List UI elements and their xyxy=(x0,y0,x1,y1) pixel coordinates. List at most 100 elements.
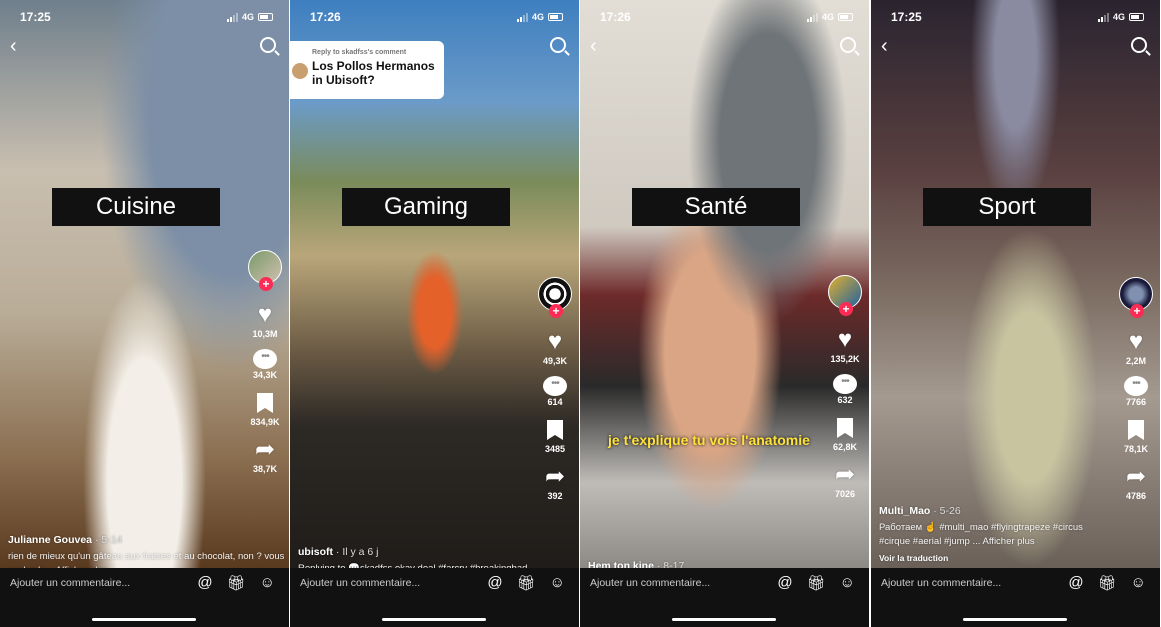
comment-bubble-icon: ••• xyxy=(253,349,277,369)
comment-bubble-icon: ••• xyxy=(1124,376,1148,396)
bookmark-icon xyxy=(837,418,853,438)
signal-icon xyxy=(1097,12,1109,22)
search-icon[interactable] xyxy=(260,37,276,53)
see-translation-link[interactable]: Voir la traduction xyxy=(879,553,1112,563)
heart-icon: ♥ xyxy=(257,301,273,328)
comment-input[interactable]: Ajouter un commentaire... xyxy=(881,577,1001,589)
creator-avatar[interactable]: + xyxy=(538,277,572,318)
author-name[interactable]: Multi_Mao xyxy=(879,505,930,517)
tiktok-screens-grid: 17:25 4G ‹ Cuisine + ♥ 10,3M ••• 34,3K 834… xyxy=(0,0,1161,627)
heart-icon: ♥ xyxy=(837,326,853,353)
share-count: 392 xyxy=(547,491,563,501)
network-label: 4G xyxy=(241,12,254,22)
comment-input[interactable]: Ajouter un commentaire... xyxy=(300,577,420,589)
reply-label: Reply to skadfss's comment xyxy=(312,49,407,56)
share-button[interactable]: ➦ 38,7K xyxy=(253,436,277,475)
share-button[interactable]: ➦ 392 xyxy=(544,463,566,502)
gift-icon[interactable]: 🎁︎ xyxy=(227,574,246,592)
network-label: 4G xyxy=(1112,12,1125,22)
save-count: 62,8K xyxy=(832,442,858,452)
signal-icon xyxy=(806,12,818,22)
signal-icon xyxy=(516,12,528,22)
back-chevron-icon[interactable]: ‹ xyxy=(881,36,888,56)
comment-count: 7766 xyxy=(1125,397,1147,407)
battery-icon xyxy=(838,13,853,21)
video-caption[interactable]: Работаем ☝ #multi_mao #flyingtrapeze #ci… xyxy=(879,521,1112,549)
gift-icon[interactable]: 🎁︎ xyxy=(517,574,536,592)
share-arrow-icon: ➦ xyxy=(1125,463,1147,490)
mention-icon[interactable]: @ xyxy=(1068,574,1083,592)
creator-avatar[interactable]: + xyxy=(1119,277,1153,318)
comment-input[interactable]: Ajouter un commentaire... xyxy=(590,577,710,589)
follow-plus-icon[interactable]: + xyxy=(549,304,563,318)
home-indicator xyxy=(963,618,1067,621)
tiktok-video-screen: 17:25 4G ‹ Sport + ♥ 2,2M ••• 7766 78,1K ➦… xyxy=(871,0,1160,627)
post-date: · 5-26 xyxy=(933,505,961,517)
video-subtitle: je t'explique tu vois l'anatomie xyxy=(608,432,810,448)
gift-icon[interactable]: 🎁︎ xyxy=(807,574,826,592)
action-rail: + ♥ 135,2K ••• 632 62,8K ➦ 7026 xyxy=(825,275,865,509)
share-button[interactable]: ➦ 4786 xyxy=(1125,463,1147,502)
search-icon[interactable] xyxy=(550,37,566,53)
category-label: Gaming xyxy=(342,188,510,226)
like-button[interactable]: ♥ 135,2K xyxy=(830,326,859,365)
clock: 17:26 xyxy=(310,10,341,24)
follow-plus-icon[interactable]: + xyxy=(1130,304,1144,318)
commenter-avatar xyxy=(292,63,308,79)
back-chevron-icon[interactable]: ‹ xyxy=(590,36,597,56)
follow-plus-icon[interactable]: + xyxy=(259,277,273,291)
reply-to-comment-card[interactable]: Reply to skadfss's comment Los Pollos He… xyxy=(290,41,444,99)
home-indicator xyxy=(92,618,196,621)
clock: 17:26 xyxy=(600,10,631,24)
reply-comment-text: Los Pollos Hermanos in Ubisoft? xyxy=(312,59,435,87)
bookmark-icon xyxy=(1128,420,1144,440)
search-icon[interactable] xyxy=(1131,37,1147,53)
battery-icon xyxy=(548,13,563,21)
creator-avatar[interactable]: + xyxy=(828,275,862,316)
comment-button[interactable]: ••• 614 xyxy=(543,376,567,407)
share-button[interactable]: ➦ 7026 xyxy=(834,462,855,500)
tiktok-video-screen: 17:26 4G ‹ Santé je t'explique tu vois l… xyxy=(580,0,869,627)
comment-button[interactable]: ••• 632 xyxy=(833,374,857,405)
tiktok-video-screen: 17:25 4G ‹ Cuisine + ♥ 10,3M ••• 34,3K 834… xyxy=(0,0,289,627)
search-icon[interactable] xyxy=(840,37,856,53)
save-button[interactable]: 3485 xyxy=(545,417,565,454)
share-arrow-icon: ➦ xyxy=(254,436,276,463)
heart-icon: ♥ xyxy=(1128,328,1144,355)
comment-button[interactable]: ••• 7766 xyxy=(1124,376,1148,407)
gift-icon[interactable]: 🎁︎ xyxy=(1098,574,1117,592)
status-bar: 17:25 4G xyxy=(891,10,1144,24)
clock: 17:25 xyxy=(891,10,922,24)
share-count: 7026 xyxy=(834,489,855,499)
mention-icon[interactable]: @ xyxy=(777,574,792,592)
mention-icon[interactable]: @ xyxy=(487,574,502,592)
save-button[interactable]: 62,8K xyxy=(833,415,857,452)
network-label: 4G xyxy=(821,12,834,22)
bookmark-icon xyxy=(257,393,273,413)
save-button[interactable]: 834,9K xyxy=(250,390,280,427)
author-name[interactable]: ubisoft xyxy=(298,546,333,558)
category-label: Cuisine xyxy=(52,188,220,226)
like-count: 2,2M xyxy=(1125,356,1146,366)
emoji-icon[interactable]: ☺ xyxy=(840,574,855,592)
emoji-icon[interactable]: ☺ xyxy=(1131,574,1146,592)
comment-bar: Ajouter un commentaire... @ 🎁︎ ☺ xyxy=(871,568,1160,627)
comment-button[interactable]: ••• 34,3K xyxy=(253,349,277,380)
clock: 17:25 xyxy=(20,10,51,24)
emoji-icon[interactable]: ☺ xyxy=(260,574,275,592)
save-button[interactable]: 78,1K xyxy=(1124,417,1148,454)
share-arrow-icon: ➦ xyxy=(544,463,566,490)
back-chevron-icon[interactable]: ‹ xyxy=(10,36,17,56)
follow-plus-icon[interactable]: + xyxy=(839,302,853,316)
comment-count: 34,3K xyxy=(252,370,278,380)
like-button[interactable]: ♥ 49,3K xyxy=(543,329,567,367)
like-button[interactable]: ♥ 10,3M xyxy=(252,301,277,340)
category-label: Santé xyxy=(632,188,800,226)
comment-input[interactable]: Ajouter un commentaire... xyxy=(10,577,130,589)
emoji-icon[interactable]: ☺ xyxy=(550,574,565,592)
comment-bubble-icon: ••• xyxy=(833,374,857,394)
creator-avatar[interactable]: + xyxy=(248,250,282,291)
like-button[interactable]: ♥ 2,2M xyxy=(1125,328,1146,367)
mention-icon[interactable]: @ xyxy=(197,574,212,592)
author-name[interactable]: Julianne Gouvea xyxy=(8,534,92,546)
